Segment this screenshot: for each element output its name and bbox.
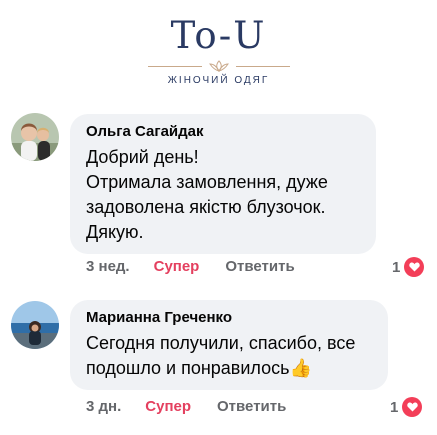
thumbs-up-emoji: 👍 [289, 358, 312, 378]
avatar[interactable] [11, 301, 59, 349]
reply-button[interactable]: Ответить [225, 258, 294, 275]
comment-author[interactable]: Марианна Греченко [86, 309, 374, 327]
comment-text: Сегодня получили, спасибо, все подошло и… [86, 331, 374, 381]
brand-logo: To-U ЖІНОЧИЙ ОДЯГ [0, 0, 437, 100]
ornament-line-left [147, 65, 202, 67]
comment: Ольга Сагайдак Добрий день! Отримала зам… [0, 108, 437, 288]
reaction-summary[interactable]: 1 [390, 397, 423, 417]
reply-button[interactable]: Ответить [217, 398, 286, 415]
avatar[interactable] [11, 113, 59, 161]
comment-bubble: Марианна Греченко Сегодня получили, спас… [70, 300, 388, 390]
reaction-count: 1 [390, 398, 399, 416]
comment-text-body: Сегодня получили, спасибо, все подошло и… [86, 333, 356, 378]
like-button[interactable]: Супер [154, 258, 200, 275]
reaction-summary[interactable]: 1 [392, 257, 425, 277]
comment: Марианна Греченко Сегодня получили, спас… [0, 296, 437, 435]
comment-bubble: Ольга Сагайдак Добрий день! Отримала зам… [70, 114, 376, 254]
heart-icon [402, 397, 423, 417]
comment-actions: 3 нед. Супер Ответить [86, 258, 295, 275]
reaction-count: 1 [392, 258, 401, 276]
ornament-line-right [235, 65, 290, 67]
comment-author[interactable]: Ольга Сагайдак [86, 123, 362, 141]
comment-text: Добрий день! Отримала замовлення, дуже з… [86, 147, 328, 242]
logo-title: To-U [170, 14, 267, 57]
heart-icon [404, 257, 425, 277]
comment-actions: 3 дн. Супер Ответить [86, 398, 286, 415]
lotus-icon [208, 60, 229, 72]
like-button[interactable]: Супер [145, 398, 191, 415]
comment-time[interactable]: 3 дн. [86, 398, 121, 415]
logo-ornament [0, 60, 437, 72]
comment-time[interactable]: 3 нед. [86, 258, 130, 275]
logo-subtitle: ЖІНОЧИЙ ОДЯГ [167, 75, 270, 86]
